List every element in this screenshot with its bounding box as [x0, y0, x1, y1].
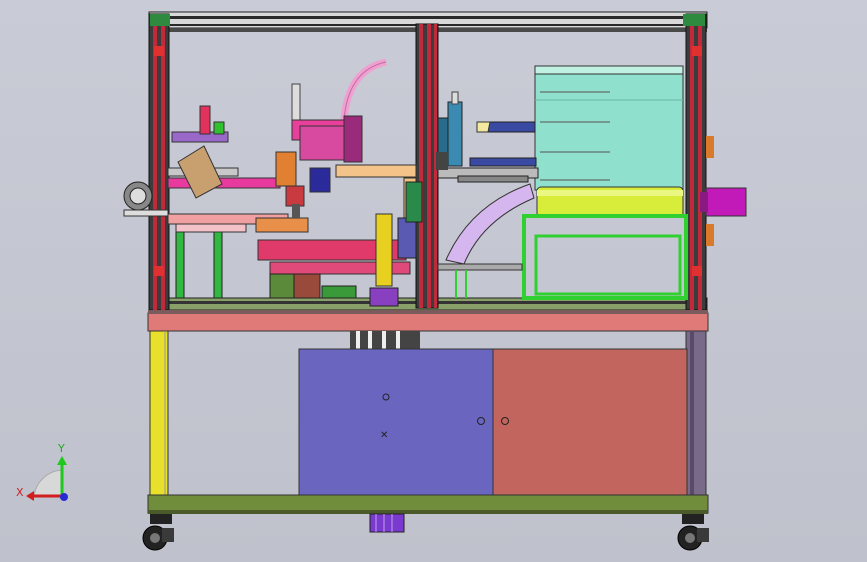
machine-drawing: ✕ [26, 11, 747, 551]
x-axis-label: X [16, 486, 24, 499]
z-axis-dot [60, 493, 68, 501]
coordinate-triad [26, 456, 68, 501]
cad-viewport[interactable]: ✕ X Y [0, 0, 867, 562]
press-unit [275, 58, 387, 218]
hopper-assembly [522, 65, 747, 300]
table-top [147, 310, 709, 332]
lower-cabinet: ✕ [147, 330, 709, 533]
caster-left [142, 514, 174, 551]
y-axis-label: Y [58, 442, 65, 455]
caster-right [677, 514, 709, 551]
svg-text:✕: ✕ [380, 430, 388, 441]
